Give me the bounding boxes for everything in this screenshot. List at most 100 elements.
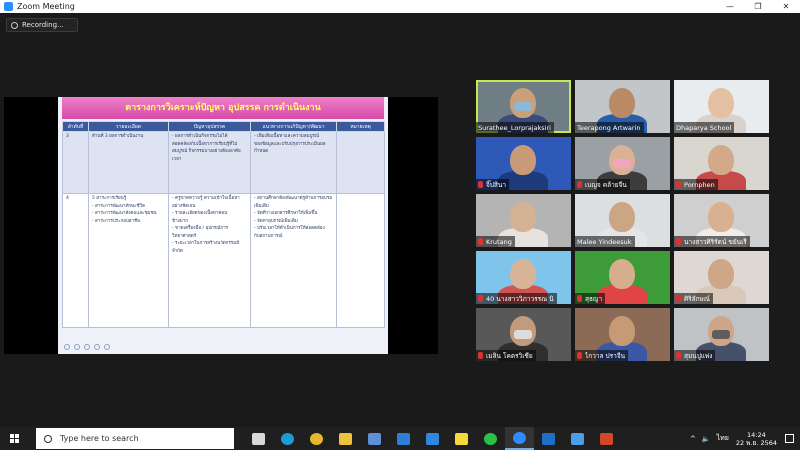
cell-line: วิทยาศาสตร์ <box>172 233 197 239</box>
cell-line: - เพิ่มเติมเนื้อหาและความสมบูรณ์ <box>254 134 320 139</box>
cell-line: - รายละเอียดของเนื้อหาค่อน <box>172 211 228 216</box>
slide-control-icon[interactable] <box>94 344 100 350</box>
participant-face <box>510 145 536 175</box>
recording-indicator[interactable]: Recording... <box>6 18 78 32</box>
clock-time: 14:24 <box>747 430 766 439</box>
notification-icon[interactable] <box>785 434 794 443</box>
language-indicator[interactable]: ไทย <box>717 433 729 444</box>
taskbar-calendar-button[interactable] <box>418 427 447 450</box>
taskbar-mail-button[interactable] <box>389 427 418 450</box>
participant-face <box>609 202 635 232</box>
taskbar-zoom-button[interactable] <box>505 427 534 450</box>
slide-control-icon[interactable] <box>84 344 90 350</box>
task-view-icon <box>252 432 265 445</box>
participant-face <box>708 202 734 232</box>
minimize-button[interactable]: — <box>716 0 744 13</box>
cell-line: ของข้อมูลและปรับปรุงการประเมินผล <box>254 141 326 147</box>
search-placeholder: Type here to search <box>60 434 139 443</box>
slide-control-icon[interactable] <box>104 344 110 350</box>
speaker-icon[interactable]: 🔈 <box>702 435 711 443</box>
taskbar-line-button[interactable] <box>476 427 505 450</box>
header-no: ลำดับที่ <box>62 121 89 132</box>
participant-tile[interactable]: Dhaparya School <box>674 80 769 133</box>
name-plate: Malee Yindeesuk <box>575 236 635 247</box>
mic-muted-icon <box>478 181 483 188</box>
name-plate: Teerapong Artwarin <box>575 122 644 133</box>
cell-line: - ครูขาดความรู้ ความเข้าใจเนื้อหา <box>172 196 240 201</box>
record-icon <box>11 21 18 29</box>
participant-tile[interactable]: Surathee_Lorprajaksiri <box>476 80 571 133</box>
taskbar-store-button[interactable] <box>360 427 389 450</box>
name-plate: จิ๊ปสินา <box>476 179 509 190</box>
cell-problem: - ผลการดำเนินกิจกรรมไม่ได้สอดคล้องกับเนื… <box>168 131 251 194</box>
participant-tile[interactable]: Pornphen <box>674 137 769 190</box>
taskbar-explorer-button[interactable] <box>331 427 360 450</box>
taskbar-powerpoint-button[interactable] <box>592 427 621 450</box>
participant-tile[interactable]: เบญจ คล้ายจีน <box>575 137 670 190</box>
participant-tile[interactable]: Teerapong Artwarin <box>575 80 670 133</box>
screen-share[interactable]: ตารางการวิเคราะห์ปัญหา อุปสรรค การดำเนิน… <box>4 97 438 354</box>
participant-tile[interactable]: 40 นางสาววิภาวรรณ นิ <box>476 251 571 304</box>
taskbar-outlook-button[interactable] <box>534 427 563 450</box>
cell-line: - จัดหาอุปกรณ์เพิ่มเติม <box>254 218 298 224</box>
name-plate: Surathee_Lorprajaksiri <box>476 122 554 133</box>
participant-tile[interactable]: สุธญา <box>575 251 670 304</box>
close-button[interactable]: ✕ <box>772 0 800 13</box>
cell-line: สอดคล้องกับเนื้อหาการเรียนรู้ที่ไม่ <box>172 141 238 147</box>
mic-muted-icon <box>676 238 681 245</box>
taskbar-photos-button[interactable] <box>563 427 592 450</box>
name-plate: Dhaparya School <box>674 122 735 133</box>
taskbar-task-view-button[interactable] <box>244 427 273 450</box>
taskbar-sticky-button[interactable] <box>447 427 476 450</box>
clock[interactable]: 14:24 22 พ.ย. 2564 <box>736 431 777 447</box>
taskbar-chrome-button[interactable] <box>302 427 331 450</box>
participant-tile[interactable]: นางสาวศิริรัตน์ ขยันเรี <box>674 194 769 247</box>
mic-muted-icon <box>577 181 582 188</box>
participant-tile[interactable]: สุมนปูแพ่ง <box>674 308 769 361</box>
slide-controls <box>64 344 110 350</box>
participant-tile[interactable]: Krutang <box>476 194 571 247</box>
slide-control-icon[interactable] <box>74 344 80 350</box>
participant-name: Surathee_Lorprajaksiri <box>478 123 551 132</box>
slide-control-icon[interactable] <box>64 344 70 350</box>
chevron-up-icon[interactable]: ^ <box>690 435 696 443</box>
windows-start-icon[interactable] <box>10 433 20 444</box>
participant-name: จิ๊ปสินา <box>486 180 506 189</box>
participant-name: นางสาวศิริรัตน์ ขยันเรี <box>684 237 747 246</box>
cell-line: - จัดที่วางเอกสารศึกษาให้เพิ่มขึ้น <box>254 211 318 216</box>
name-plate: ศิริลักษณ์ <box>674 293 713 304</box>
powerpoint-icon <box>600 432 613 445</box>
slide-table: ลำดับที่ รายละเอียด ปัญหาอุปสรรค แนวทางก… <box>62 121 385 328</box>
mail-icon <box>397 432 410 445</box>
cell-detail: ด้านที่ 3 ผลการดำเนินงาน <box>88 131 169 194</box>
participant-name: Teerapong Artwarin <box>577 123 641 132</box>
taskbar-search[interactable]: Type here to search <box>36 428 234 449</box>
cell-line: ข้างมาก <box>172 218 189 224</box>
participant-tile[interactable]: จิ๊ปสินา <box>476 137 571 190</box>
participant-name: ศิริลักษณ์ <box>684 294 710 303</box>
mic-muted-icon <box>577 295 582 302</box>
participant-tile[interactable]: เมลิน โคตรวิเชีย <box>476 308 571 361</box>
mic-muted-icon <box>676 295 681 302</box>
sticky-icon <box>455 432 468 445</box>
cell-line: - สาระการประกอบอาชีพ <box>92 218 141 224</box>
participant-face <box>708 88 734 118</box>
participant-name: ไกวาล ปราจีน <box>585 351 626 360</box>
name-plate: Pornphen <box>674 179 718 190</box>
participant-tile[interactable]: ศิริลักษณ์ <box>674 251 769 304</box>
calendar-icon <box>426 432 439 445</box>
mic-muted-icon <box>676 181 681 188</box>
cell-no: 4 <box>62 193 89 328</box>
edge-icon <box>281 432 294 445</box>
zoom-icon <box>513 431 526 444</box>
cell-problem: - ครูขาดความรู้ ความเข้าใจเนื้อหา อย่างชั… <box>168 193 251 328</box>
cell-line: - ผลการดำเนินกิจกรรมไม่ได้ <box>172 134 228 139</box>
participant-tile[interactable]: ไกวาล ปราจีน <box>575 308 670 361</box>
maximize-button[interactable]: ❐ <box>744 0 772 13</box>
slide-title: ตารางการวิเคราะห์ปัญหา อุปสรรค การดำเนิน… <box>62 97 384 119</box>
participant-face <box>708 259 734 289</box>
taskbar-edge-button[interactable] <box>273 427 302 450</box>
cell-line: กำหนด <box>254 149 269 154</box>
cell-line: - สาระการพัฒนาทักษะชีวิต <box>92 203 146 209</box>
participant-tile[interactable]: Malee Yindeesuk <box>575 194 670 247</box>
